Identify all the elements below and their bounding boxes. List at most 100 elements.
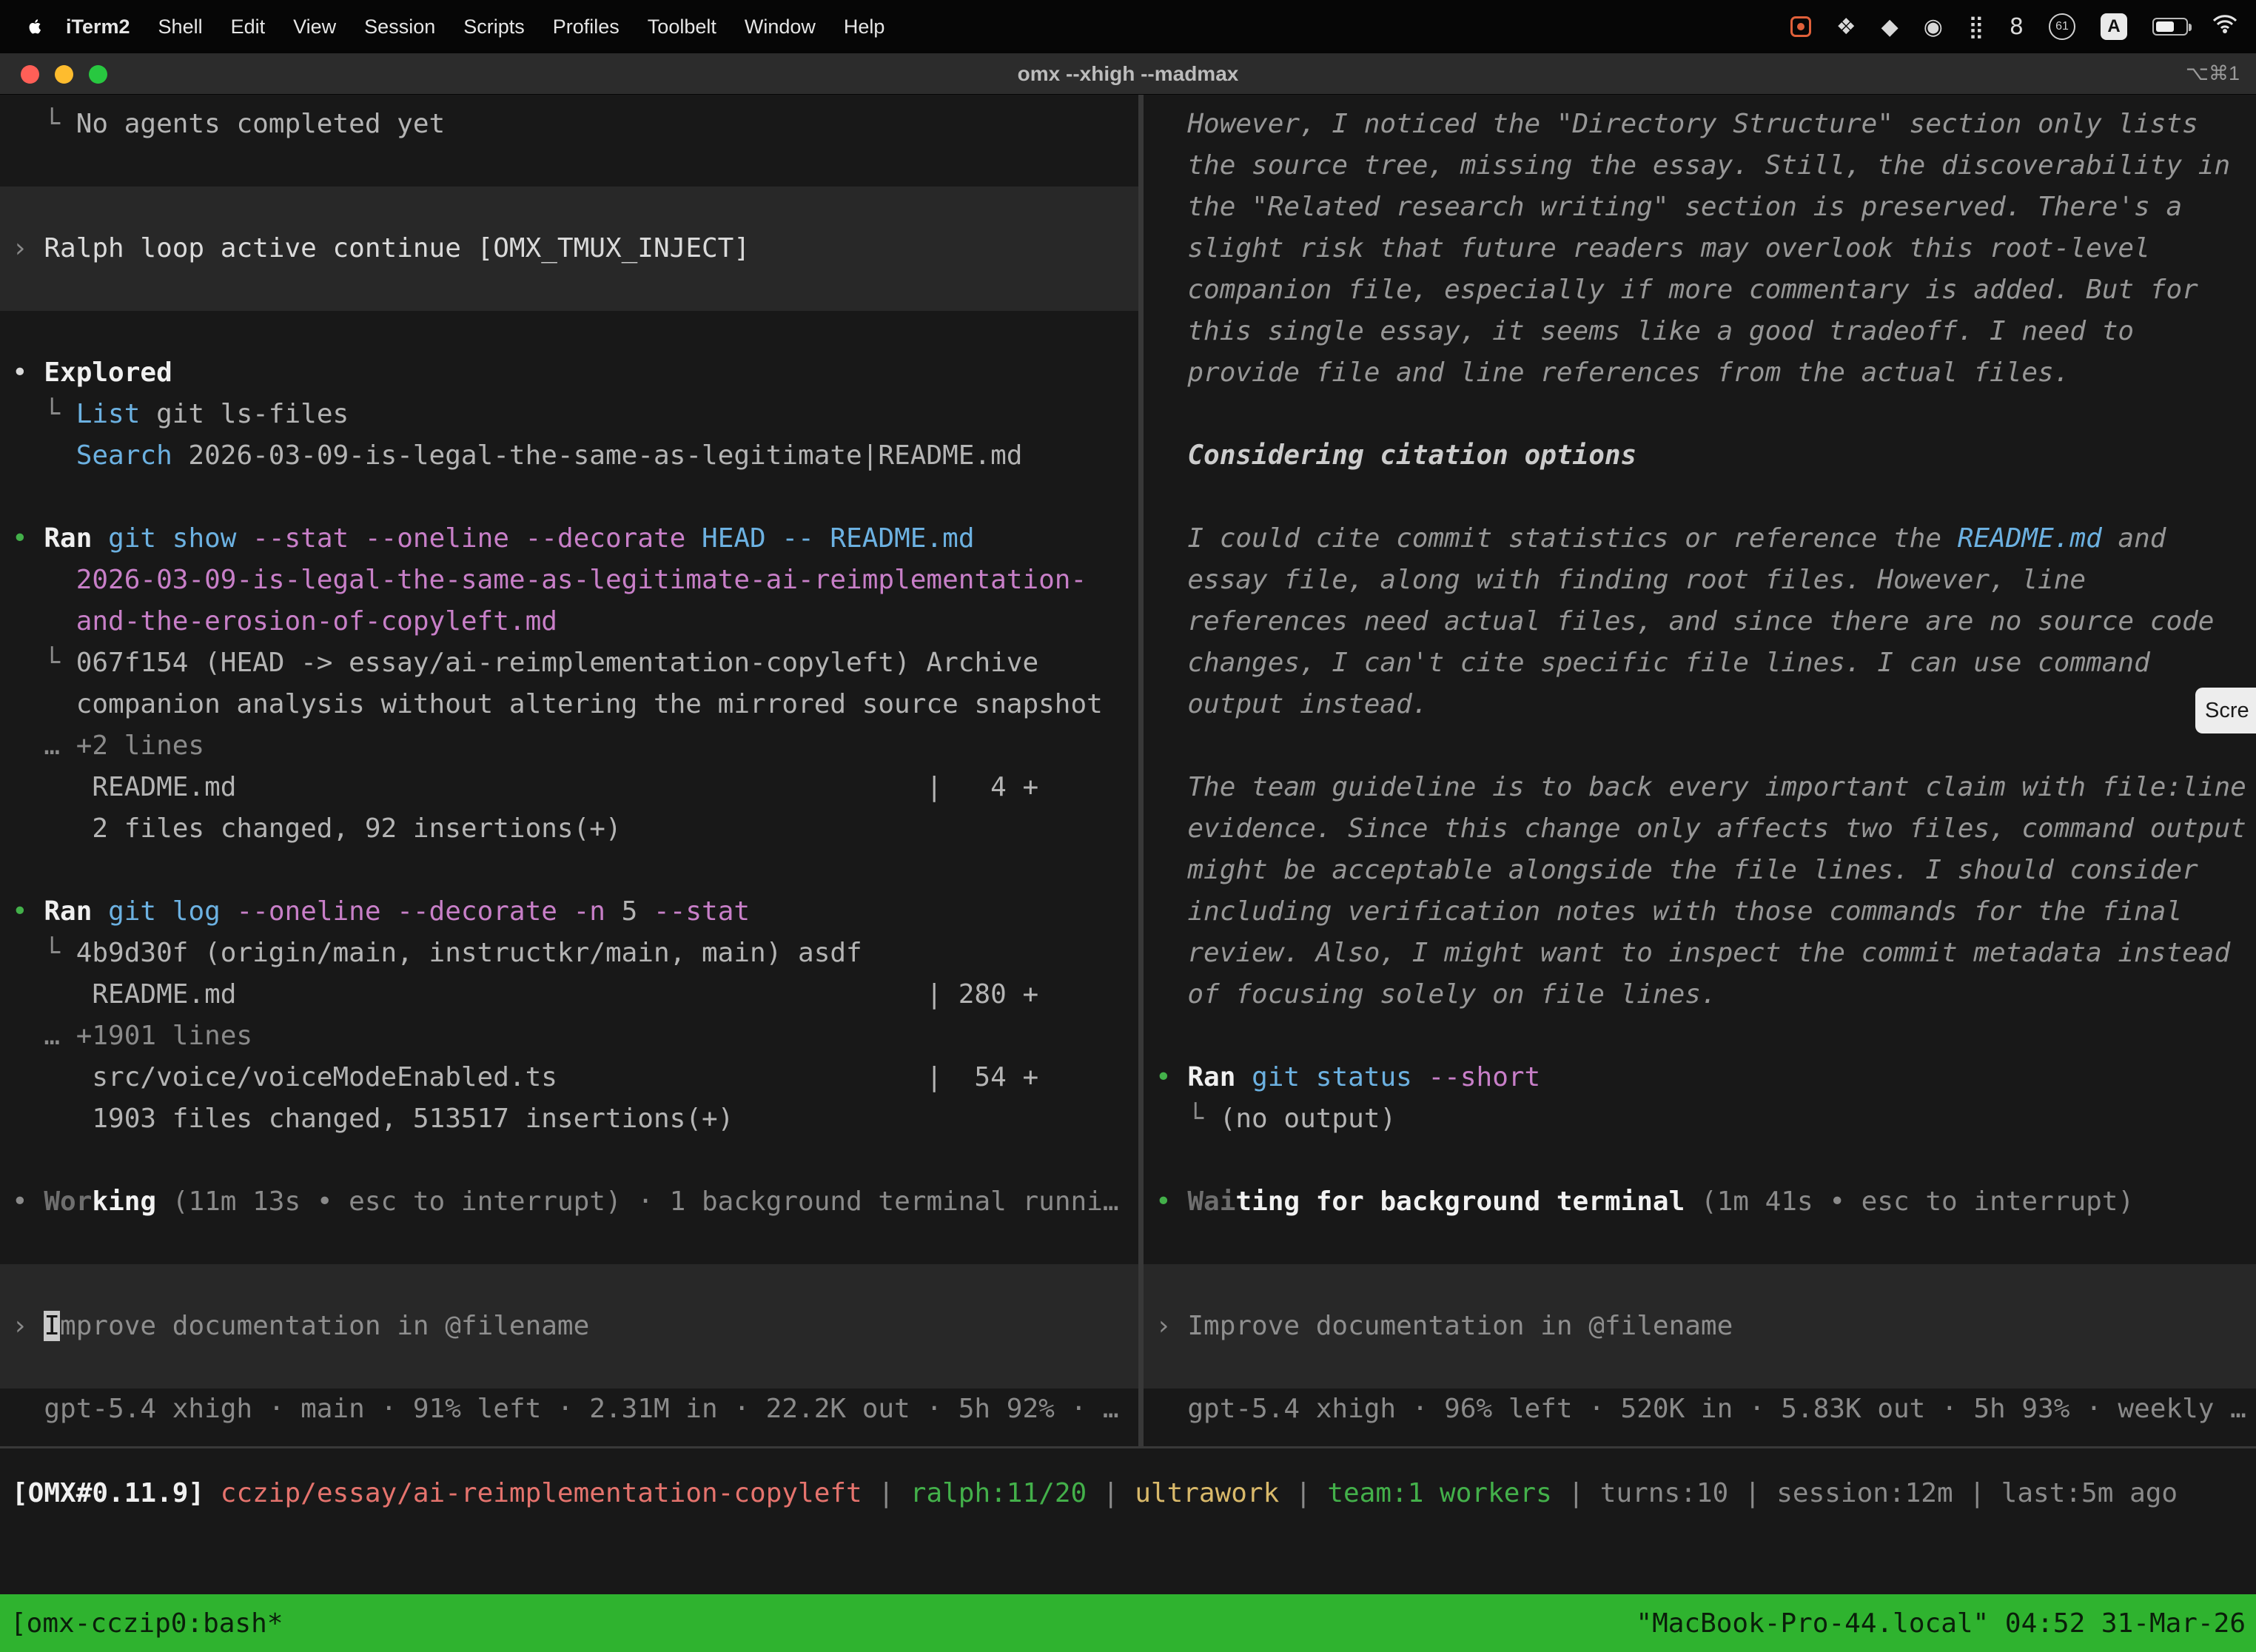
tmux-host-clock: "MacBook-Pro-44.local" 04:52 31-Mar-26 [1636,1608,2246,1639]
terminal-line: essay file, along with finding root file… [1155,560,2256,601]
menu-item[interactable]: Session [350,16,449,38]
terminal-line [1155,1223,2256,1264]
terminal-line: └ List git ls-files [12,394,1138,435]
terminal-line: └ (no output) [1155,1098,2256,1140]
terminal-line [0,187,1138,228]
terminal-line: • Explored [12,352,1138,394]
tmux-status-bar: [omx-cczip0:bash* "MacBook-Pro-44.local"… [0,1594,2256,1652]
terminal-line [12,311,1138,352]
menu-item[interactable]: View [279,16,350,38]
terminal-line: of focusing solely on file lines. [1155,974,2256,1015]
terminal-line [1155,725,2256,767]
terminal-line: the source tree, missing the essay. Stil… [1155,145,2256,187]
terminal-pane-left[interactable]: └ No agents completed yet › Ralph loop a… [0,95,1138,1445]
terminal-line: this single essay, it seems like a good … [1155,311,2256,352]
terminal-line: • Ran git show --stat --oneline --decora… [12,518,1138,560]
inject-banner: › Ralph loop active continue [OMX_TMUX_I… [0,228,1138,269]
terminal-line: review. Also, I might want to inspect th… [1155,933,2256,974]
agent-working-status-left: • Working (11m 13s • esc to interrupt) ·… [12,1181,1138,1223]
agent-working-status-right: • Waiting for background terminal (1m 41… [1155,1181,2256,1223]
pane-divider[interactable] [1138,95,1144,1446]
status-icon[interactable]: 8 [2010,14,2024,40]
pane-bottom-divider [0,1446,2256,1448]
terminal-line [1155,394,2256,435]
terminal-line [0,269,1138,311]
status-icons: ❖ ◆ ◉ ⣿ 8 [1836,14,2024,40]
battery-percentage-badge[interactable]: 61 [2049,13,2075,40]
terminal-line: changes, I can't cite specific file line… [1155,642,2256,684]
macos-menu-bar: iTerm2ShellEditViewSessionScriptsProfile… [0,0,2256,53]
terminal-line [12,850,1138,891]
apple-menu-icon[interactable] [22,12,47,41]
terminal-line: The team guideline is to back every impo… [1155,767,2256,808]
terminal-line [1155,477,2256,518]
terminal-line: companion file, especially if more comme… [1155,269,2256,311]
screen-recording-icon[interactable] [1790,16,1811,37]
status-line-right: gpt-5.4 xhigh · 96% left · 520K in · 5.8… [1155,1389,2256,1430]
terminal-line: Search 2026-03-09-is-legal-the-same-as-l… [12,435,1138,477]
terminal-line [0,1347,1138,1389]
terminal-line: output instead. [1155,684,2256,725]
terminal-line: 2026-03-09-is-legal-the-same-as-legitima… [12,560,1138,601]
window-title-bar: omx --xhigh --madmax ⌥⌘1 [0,53,2256,95]
terminal-line: companion analysis without altering the … [12,684,1138,725]
omx-status-bar-container: [OMX#0.11.9] cczip/essay/ai-reimplementa… [0,1473,2256,1514]
menu-item[interactable]: Shell [144,16,217,38]
terminal-line: provide file and line references from th… [1155,352,2256,394]
terminal-line: 2 files changed, 92 insertions(+) [12,808,1138,850]
terminal-line: might be acceptable alongside the file l… [1155,850,2256,891]
terminal-line: and-the-erosion-of-copyleft.md [12,601,1138,642]
menu-item[interactable]: Profiles [539,16,634,38]
terminal-line: … +2 lines [12,725,1138,767]
terminal-line: including verification notes with those … [1155,891,2256,933]
terminal-line [0,1264,1138,1306]
terminal-line: └ No agents completed yet [12,104,1138,145]
status-icon[interactable]: ◆ [1881,14,1899,40]
screen-overlay-button[interactable]: Scre [2195,688,2256,733]
status-icon[interactable]: ❖ [1836,14,1856,40]
thinking-heading: Considering citation options [1155,435,2256,477]
terminal-line [1155,1140,2256,1181]
menu-item[interactable]: Toolbelt [634,16,731,38]
terminal-line: I could cite commit statistics or refere… [1155,518,2256,560]
terminal-line [1155,1015,2256,1057]
terminal-line [12,145,1138,187]
command-input-right[interactable]: › Improve documentation in @filename [1144,1306,2256,1347]
input-source-icon[interactable]: A [2101,13,2127,40]
wifi-icon[interactable] [2213,15,2237,39]
terminal-line: README.md | 280 + [12,974,1138,1015]
terminal-line: └ 4b9d30f (origin/main, instructkr/main,… [12,933,1138,974]
terminal-line: └ 067f154 (HEAD -> essay/ai-reimplementa… [12,642,1138,684]
terminal-window: └ No agents completed yet › Ralph loop a… [0,95,2256,1652]
terminal-line [12,1140,1138,1181]
window-shortcut-badge: ⌥⌘1 [2186,53,2240,94]
terminal-line: the "Related research writing" section i… [1155,187,2256,228]
menu-items: iTerm2ShellEditViewSessionScriptsProfile… [52,16,899,38]
terminal-line: However, I noticed the "Directory Struct… [1155,104,2256,145]
terminal-line: evidence. Since this change only affects… [1155,808,2256,850]
battery-icon[interactable] [2152,18,2188,36]
status-line-left: gpt-5.4 xhigh · main · 91% left · 2.31M … [12,1389,1138,1430]
terminal-pane-right[interactable]: However, I noticed the "Directory Struct… [1144,95,2256,1445]
omx-status-bar: [OMX#0.11.9] cczip/essay/ai-reimplementa… [12,1473,2256,1514]
menu-item[interactable]: Scripts [449,16,539,38]
terminal-line: src/voice/voiceModeEnabled.ts | 54 + [12,1057,1138,1098]
menu-item[interactable]: iTerm2 [52,16,144,38]
terminal-line: … +1901 lines [12,1015,1138,1057]
menu-item[interactable]: Window [731,16,830,38]
command-input-left[interactable]: › Improve documentation in @filename [0,1306,1138,1347]
terminal-line [1144,1264,2256,1306]
terminal-line: • Ran git status --short [1155,1057,2256,1098]
terminal-line: README.md | 4 + [12,767,1138,808]
terminal-line [12,1223,1138,1264]
screen-overlay-label: Scre [2205,699,2249,723]
terminal-line: slight risk that future readers may over… [1155,228,2256,269]
terminal-line [1144,1347,2256,1389]
status-icon[interactable]: ⣿ [1968,14,1984,40]
menu-item[interactable]: Help [830,16,899,38]
menu-item[interactable]: Edit [217,16,280,38]
terminal-line: references need actual files, and since … [1155,601,2256,642]
status-icon[interactable]: ◉ [1924,14,1943,40]
window-title: omx --xhigh --madmax [0,53,2256,94]
tmux-session-label: [omx-cczip0:bash* [10,1608,283,1639]
